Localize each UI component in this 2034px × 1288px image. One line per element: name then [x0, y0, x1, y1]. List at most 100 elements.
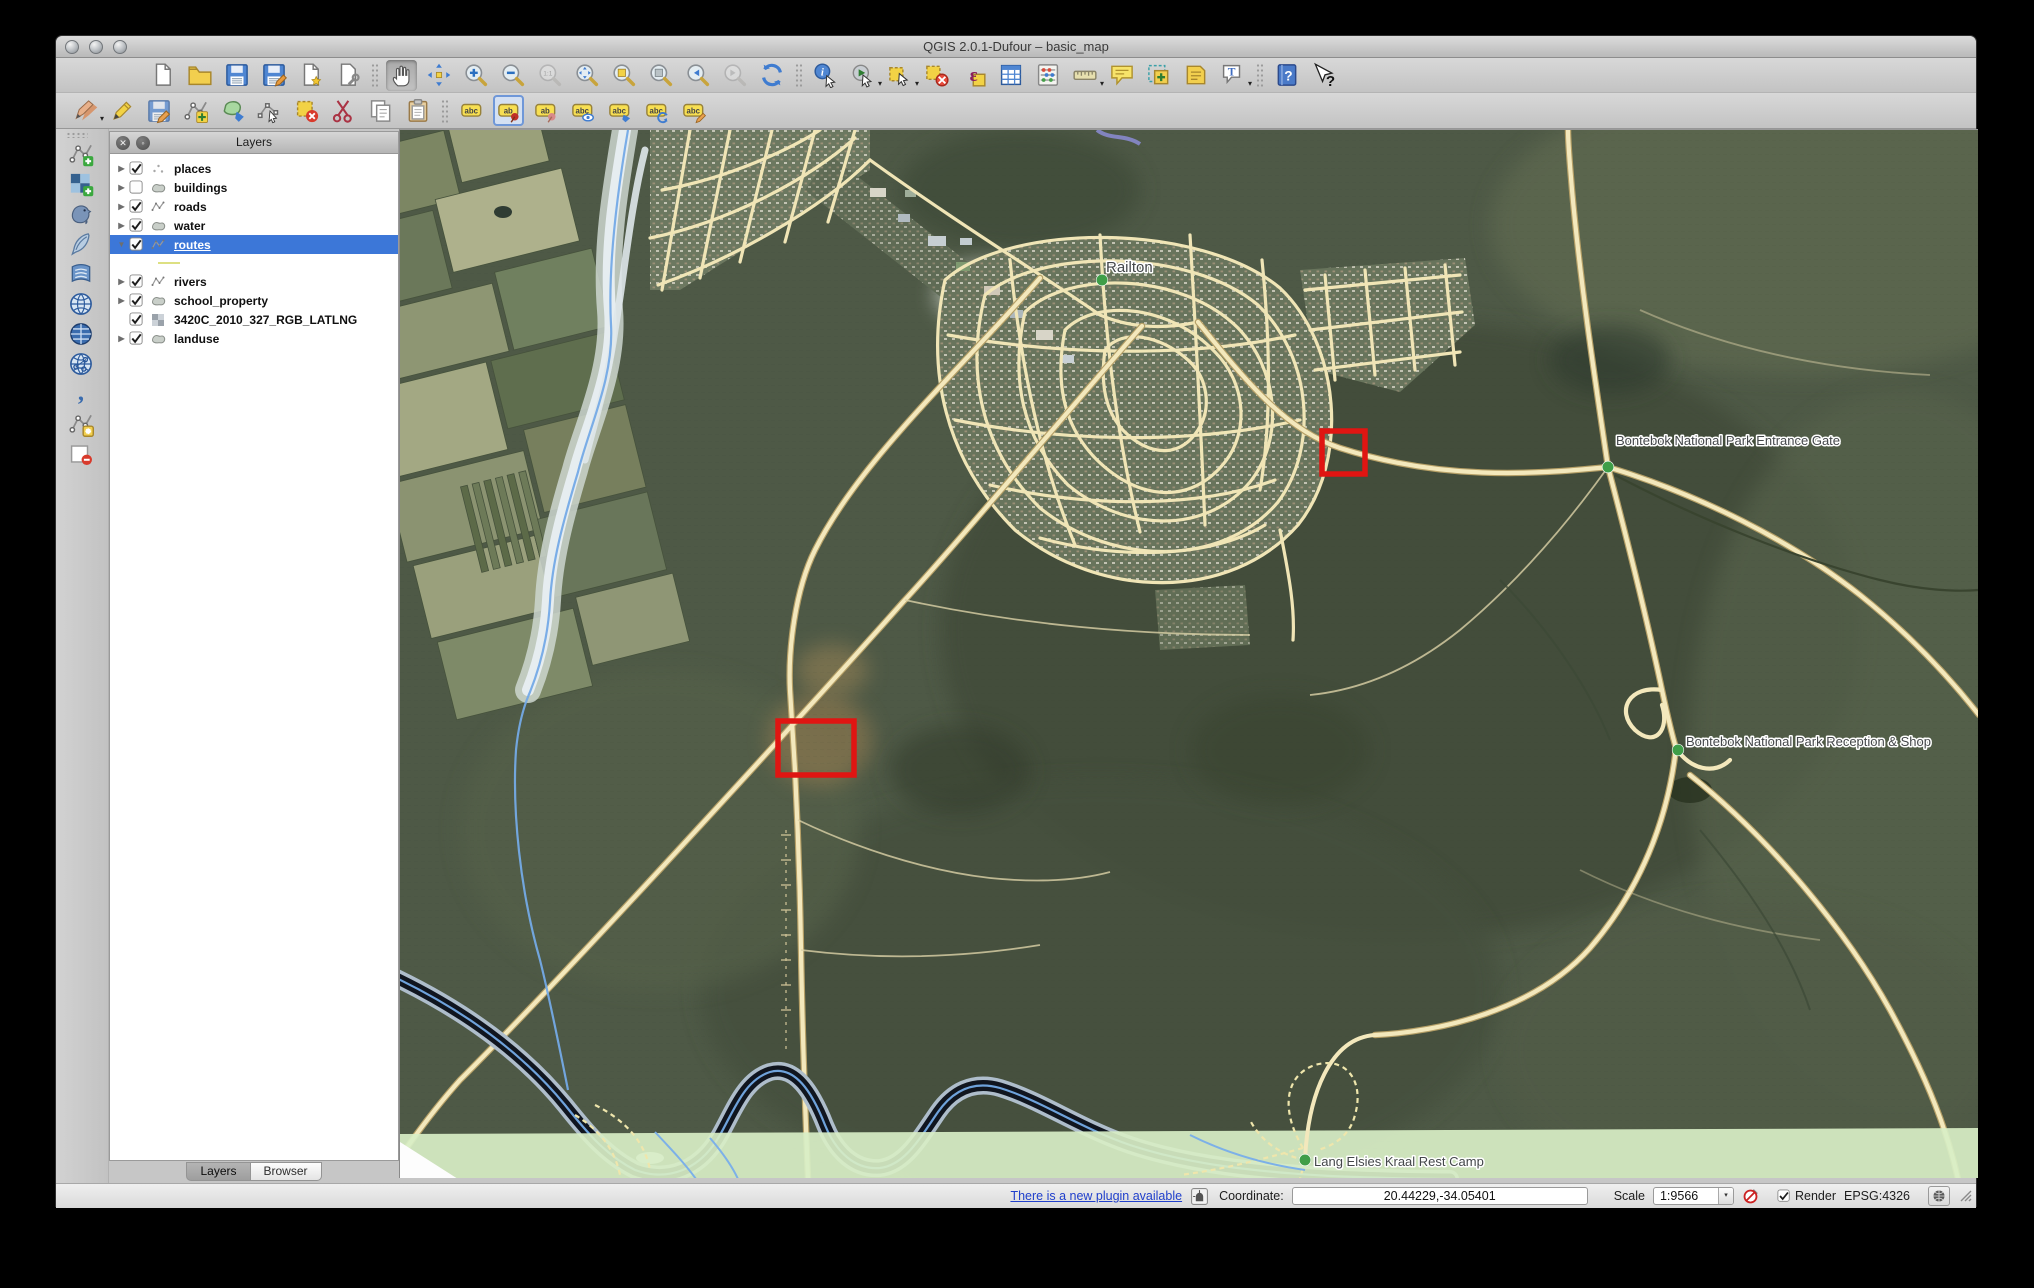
node-tool-button[interactable]: [254, 95, 285, 126]
show-bookmarks-button[interactable]: [1180, 60, 1211, 91]
layer-checkbox-buildings[interactable]: [129, 180, 144, 195]
open-project-button[interactable]: [184, 60, 215, 91]
plugin-available-link[interactable]: There is a new plugin available: [1010, 1189, 1182, 1203]
zoom-to-selection-button[interactable]: [608, 60, 639, 91]
measure-button[interactable]: ▾: [1069, 60, 1100, 91]
layer-checkbox-school_property[interactable]: [129, 293, 144, 308]
stop-render-icon[interactable]: [1742, 1187, 1761, 1206]
zoom-window-button[interactable]: [113, 40, 127, 54]
select-by-expression-button[interactable]: ε: [958, 60, 989, 91]
move-feature-button[interactable]: [217, 95, 248, 126]
titlebar[interactable]: QGIS 2.0.1-Dufour – basic_map: [56, 36, 1976, 58]
layer-row-3420C_2010_327_RGB_LATLNG[interactable]: 3420C_2010_327_RGB_LATLNG: [110, 310, 398, 329]
whats-this-button[interactable]: ?: [1308, 60, 1339, 91]
scale-dropdown-arrow[interactable]: ▾: [1718, 1188, 1733, 1204]
new-bookmark-button[interactable]: [1143, 60, 1174, 91]
expand-arrow-school_property[interactable]: ▶: [115, 296, 128, 305]
layer-checkbox-3420C_2010_327_RGB_LATLNG[interactable]: [129, 312, 144, 327]
open-attribute-table-button[interactable]: [995, 60, 1026, 91]
select-features-button[interactable]: ▾: [884, 60, 915, 91]
add-vector-layer-button[interactable]: [66, 140, 96, 168]
zoom-full-extent-button[interactable]: [571, 60, 602, 91]
new-print-composer-button[interactable]: [295, 60, 326, 91]
layer-row-rivers[interactable]: ▶rivers: [110, 272, 398, 291]
save-layer-edits-button[interactable]: [143, 95, 174, 126]
refresh-map-button[interactable]: [756, 60, 787, 91]
add-delimited-text-layer-button[interactable]: ,: [66, 380, 96, 408]
layer-row-landuse[interactable]: ▶landuse: [110, 329, 398, 348]
render-checkbox[interactable]: [1777, 1189, 1791, 1203]
current-edits-dropdown-arrow[interactable]: ▾: [100, 114, 104, 123]
add-postgis-layer-button[interactable]: [66, 200, 96, 228]
layer-checkbox-places[interactable]: [129, 161, 144, 176]
run-feature-action-dropdown-arrow[interactable]: ▾: [878, 79, 882, 88]
save-project-button[interactable]: [221, 60, 252, 91]
show-hide-labels-button[interactable]: abc: [567, 95, 598, 126]
select-features-dropdown-arrow[interactable]: ▾: [915, 79, 919, 88]
highlight-pinned-labels-button[interactable]: ab: [530, 95, 561, 126]
add-feature-button[interactable]: [180, 95, 211, 126]
identify-features-button[interactable]: i: [810, 60, 841, 91]
zoom-in-button[interactable]: [460, 60, 491, 91]
delete-selected-button[interactable]: [291, 95, 322, 126]
save-project-as-button[interactable]: [258, 60, 289, 91]
cut-features-button[interactable]: [328, 95, 359, 126]
layer-row-routes[interactable]: ▼routes: [110, 235, 398, 254]
new-shapefile-layer-button[interactable]: [66, 410, 96, 438]
rotate-label-button[interactable]: abc: [641, 95, 672, 126]
zoom-last-button[interactable]: [682, 60, 713, 91]
layer-checkbox-landuse[interactable]: [129, 331, 144, 346]
layer-row-places[interactable]: ▶places: [110, 159, 398, 178]
add-mssql-layer-button[interactable]: [66, 260, 96, 288]
layer-row-water[interactable]: ▶water: [110, 216, 398, 235]
composer-manager-button[interactable]: [332, 60, 363, 91]
zoom-out-button[interactable]: [497, 60, 528, 91]
scale-combobox[interactable]: 1:9566 ▾: [1653, 1187, 1734, 1205]
plugin-icon[interactable]: [1190, 1187, 1209, 1206]
layer-row-school_property[interactable]: ▶school_property: [110, 291, 398, 310]
coordinate-input[interactable]: 20.44229,-34.05401: [1292, 1187, 1588, 1205]
layer-checkbox-roads[interactable]: [129, 199, 144, 214]
panel-float-icon[interactable]: ◦: [136, 136, 150, 150]
pin-unpin-labels-button[interactable]: ab: [493, 95, 524, 126]
resize-grip[interactable]: [1958, 1188, 1972, 1205]
text-annotation-button[interactable]: T▾: [1217, 60, 1248, 91]
expand-arrow-water[interactable]: ▶: [115, 221, 128, 230]
add-wfs-layer-button[interactable]: [66, 350, 96, 378]
crs-status-button[interactable]: [1928, 1186, 1950, 1206]
toolbar-handle[interactable]: [66, 132, 88, 138]
expand-arrow-places[interactable]: ▶: [115, 164, 128, 173]
layer-row-buildings[interactable]: ▶buildings: [110, 178, 398, 197]
add-wcs-layer-button[interactable]: [66, 320, 96, 348]
copy-features-button[interactable]: [365, 95, 396, 126]
expand-arrow-landuse[interactable]: ▶: [115, 334, 128, 343]
current-edits-button[interactable]: ▾: [69, 95, 100, 126]
add-raster-layer-button[interactable]: [66, 170, 96, 198]
pan-map-to-selection-button[interactable]: [423, 60, 454, 91]
paste-features-button[interactable]: [402, 95, 433, 126]
tab-browser[interactable]: Browser: [251, 1162, 322, 1181]
expand-arrow-routes[interactable]: ▼: [115, 240, 128, 249]
close-window-button[interactable]: [65, 40, 79, 54]
move-label-button[interactable]: abc: [604, 95, 635, 126]
toggle-editing-button[interactable]: [106, 95, 137, 126]
layer-labeling-options-button[interactable]: abc: [456, 95, 487, 126]
new-project-button[interactable]: [147, 60, 178, 91]
run-feature-action-button[interactable]: ▾: [847, 60, 878, 91]
change-label-button[interactable]: abc: [678, 95, 709, 126]
layer-checkbox-routes[interactable]: [129, 237, 144, 252]
zoom-to-layer-button[interactable]: [645, 60, 676, 91]
add-spatialite-layer-button[interactable]: [66, 230, 96, 258]
tab-layers[interactable]: Layers: [186, 1162, 250, 1181]
expand-arrow-buildings[interactable]: ▶: [115, 183, 128, 192]
layer-row-roads[interactable]: ▶roads: [110, 197, 398, 216]
map-canvas[interactable]: Railton Bontebok National Park Entrance …: [399, 129, 1978, 1178]
remove-layer-button[interactable]: [66, 440, 96, 468]
minimize-window-button[interactable]: [89, 40, 103, 54]
add-wms-layer-button[interactable]: [66, 290, 96, 318]
expand-arrow-rivers[interactable]: ▶: [115, 277, 128, 286]
pan-map-button[interactable]: [386, 60, 417, 91]
deselect-features-button[interactable]: [921, 60, 952, 91]
panel-close-icon[interactable]: ✕: [116, 136, 130, 150]
map-tips-button[interactable]: [1106, 60, 1137, 91]
